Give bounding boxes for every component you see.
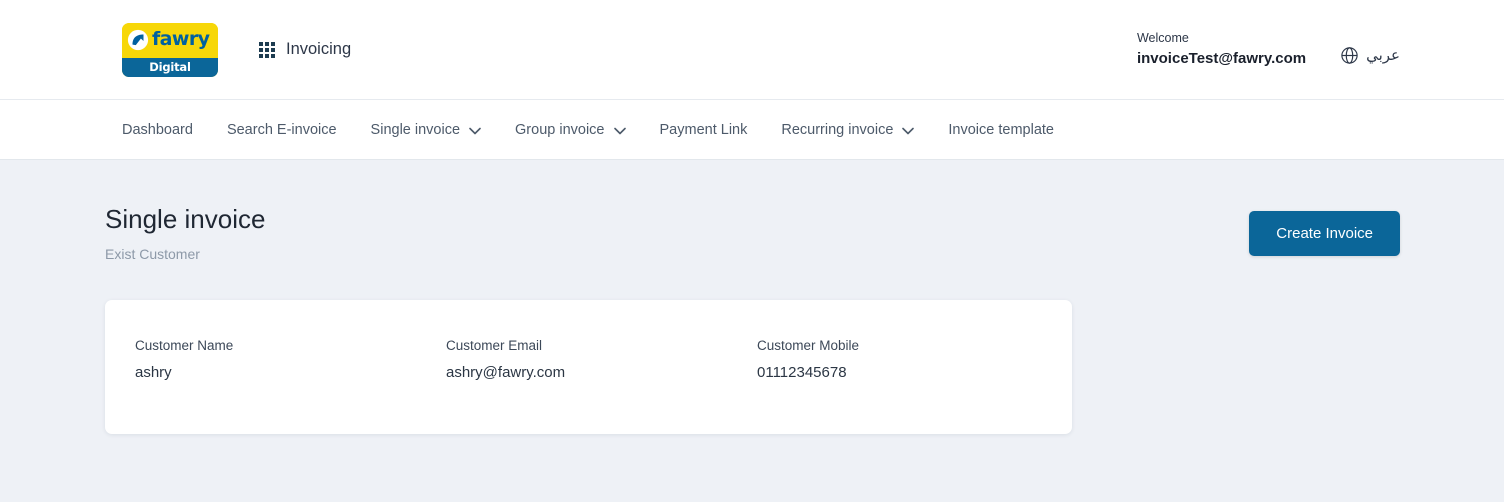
create-invoice-button[interactable]: Create Invoice (1249, 211, 1400, 256)
top-header: fawry Digital Invoicing Welcome invoiceT… (0, 0, 1504, 100)
globe-icon[interactable] (1340, 46, 1359, 65)
page-header-row: Single invoice Exist Customer Create Inv… (105, 204, 1400, 262)
logo-sub-banner: Digital (122, 57, 218, 77)
nav-label: Single invoice (370, 121, 461, 138)
welcome-block: Welcome invoiceTest@fawry.com (1137, 30, 1306, 69)
main-navigation: Dashboard Search E-invoice Single invoic… (0, 100, 1504, 160)
app-switcher[interactable]: Invoicing (259, 40, 351, 59)
field-value: ashry (135, 363, 172, 381)
customer-email-field: Customer Email ashry@fawry.com (446, 337, 757, 434)
header-left-group: fawry Digital Invoicing (122, 22, 351, 77)
customer-info-card: Customer Name ashry Customer Email ashry… (105, 300, 1072, 435)
field-label: Customer Name (135, 338, 234, 354)
nav-label: Search E-invoice (226, 121, 337, 138)
header-right-group: Welcome invoiceTest@fawry.com عربي (1137, 0, 1504, 100)
nav-item-single-invoice[interactable]: Single invoice (371, 122, 481, 138)
logo-top-section: fawry (122, 22, 218, 58)
nav-label: Invoice template (948, 121, 1054, 138)
page-title: Single invoice (105, 204, 266, 234)
chevron-down-icon[interactable] (469, 127, 481, 135)
field-label: Customer Email (446, 338, 543, 354)
grid-apps-icon[interactable] (259, 41, 275, 58)
field-value: 01112345678 (757, 363, 847, 381)
field-label: Customer Mobile (757, 338, 860, 354)
language-switcher[interactable]: عربي (1340, 46, 1400, 65)
nav-item-payment-link[interactable]: Payment Link (660, 122, 748, 138)
nav-label: Payment Link (659, 121, 748, 138)
fawry-arrow-mark-icon (127, 29, 149, 51)
main-content: Single invoice Exist Customer Create Inv… (0, 160, 1504, 435)
logo-wordmark: fawry (152, 28, 210, 50)
chevron-down-icon[interactable] (902, 127, 915, 135)
chevron-down-icon[interactable] (613, 127, 626, 135)
nav-label: Dashboard (122, 121, 193, 138)
nav-label: Recurring invoice (781, 121, 894, 138)
nav-item-recurring-invoice[interactable]: Recurring invoice (781, 121, 915, 138)
nav-item-dashboard[interactable]: Dashboard (122, 122, 193, 138)
nav-item-group-invoice[interactable]: Group invoice (515, 121, 626, 138)
customer-name-field: Customer Name ashry (135, 337, 446, 434)
welcome-label: Welcome (1136, 31, 1189, 46)
user-email[interactable]: invoiceTest@fawry.com (1137, 49, 1306, 69)
language-label[interactable]: عربي (1366, 46, 1400, 64)
nav-label: Group invoice (515, 121, 605, 138)
nav-item-invoice-template[interactable]: Invoice template (948, 122, 1054, 138)
page-subtitle: Exist Customer (105, 246, 200, 263)
fawry-digital-logo[interactable]: fawry Digital (122, 22, 218, 77)
field-value: ashry@fawry.com (446, 363, 566, 381)
page-title-block: Single invoice Exist Customer (105, 204, 265, 262)
nav-item-search-e-invoice[interactable]: Search E-invoice (227, 122, 337, 138)
customer-mobile-field: Customer Mobile 01112345678 (757, 337, 1037, 434)
app-name-label: Invoicing (286, 40, 352, 58)
